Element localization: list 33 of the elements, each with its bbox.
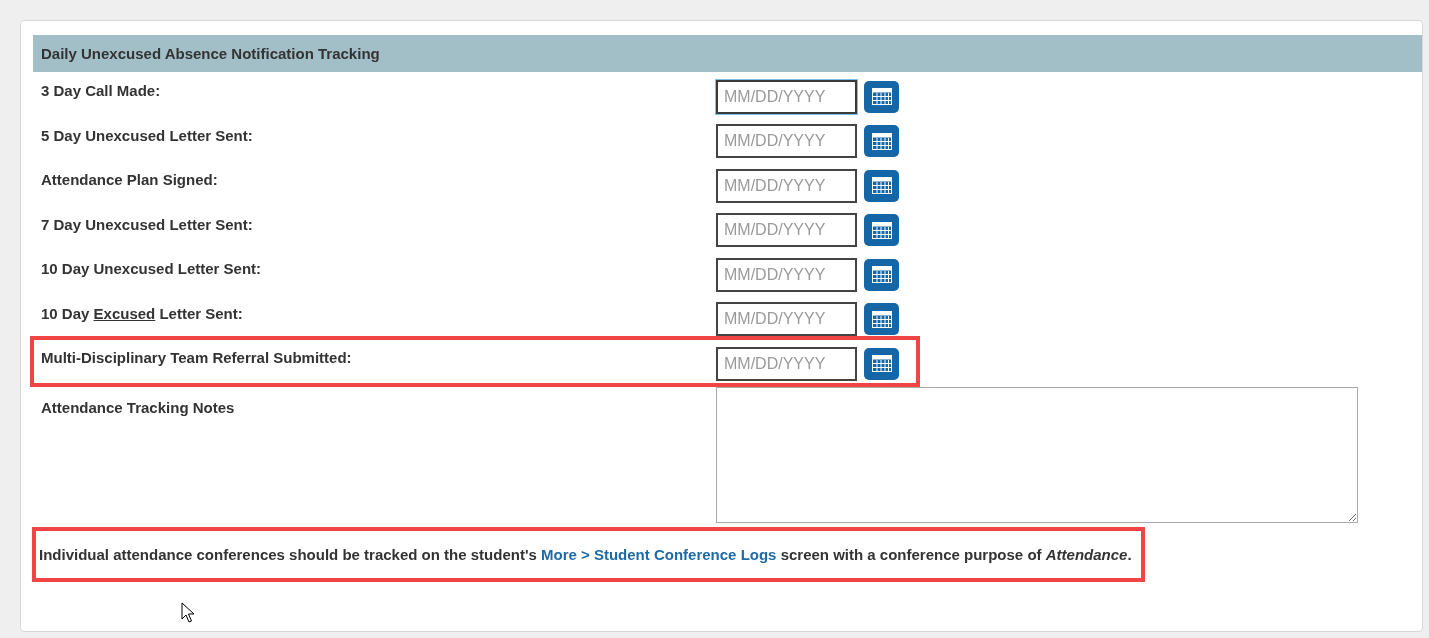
calendar-button[interactable] bbox=[864, 214, 899, 247]
calendar-icon bbox=[871, 177, 892, 195]
field-label: Attendance Tracking Notes bbox=[40, 397, 236, 416]
calendar-button[interactable] bbox=[864, 169, 899, 202]
date-field[interactable]: MM/DD/YYYY bbox=[716, 346, 857, 381]
date-field[interactable]: MM/DD/YYYY bbox=[716, 213, 857, 248]
date-field[interactable]: MM/DD/YYYY bbox=[716, 79, 857, 114]
calendar-icon bbox=[871, 310, 892, 328]
field-label: 10 Day Unexcused Letter Sent: bbox=[40, 259, 263, 277]
calendar-icon bbox=[871, 132, 892, 150]
calendar-icon bbox=[871, 266, 892, 284]
field-label: 7 Day Unexcused Letter Sent: bbox=[40, 214, 254, 233]
section-header: Daily Unexcused Absence Notification Tracking bbox=[33, 35, 1422, 72]
calendar-button[interactable] bbox=[864, 258, 899, 291]
calendar-icon bbox=[871, 355, 892, 373]
calendar-icon bbox=[871, 88, 892, 106]
calendar-button[interactable] bbox=[864, 303, 899, 336]
field-label: 5 Day Unexcused Letter Sent: bbox=[40, 125, 254, 144]
mouse-pointer-icon bbox=[181, 602, 195, 624]
date-field[interactable]: MM/DD/YYYY bbox=[716, 257, 857, 292]
conference-logs-link[interactable]: More > Student Conference Logs bbox=[541, 545, 777, 563]
field-label: 10 Day Excused Letter Sent: bbox=[40, 303, 244, 322]
calendar-button[interactable] bbox=[864, 125, 899, 158]
field-label: 3 Day Call Made: bbox=[40, 81, 162, 99]
info-note: Individual attendance conferences should be tracked on the student's More > Student Conference Logs screen with a conference purpose of Attendance. bbox=[33, 527, 1144, 581]
date-field[interactable]: MM/DD/YYYY bbox=[716, 124, 857, 159]
date-field[interactable]: MM/DD/YYYY bbox=[716, 302, 857, 337]
calendar-button[interactable] bbox=[864, 347, 899, 380]
field-label: Multi-Disciplinary Team Referral Submitted: bbox=[40, 348, 353, 366]
calendar-button[interactable] bbox=[864, 80, 899, 113]
calendar-icon bbox=[871, 221, 892, 239]
field-label: Attendance Plan Signed: bbox=[40, 170, 219, 188]
date-field[interactable]: MM/DD/YYYY bbox=[716, 168, 857, 203]
